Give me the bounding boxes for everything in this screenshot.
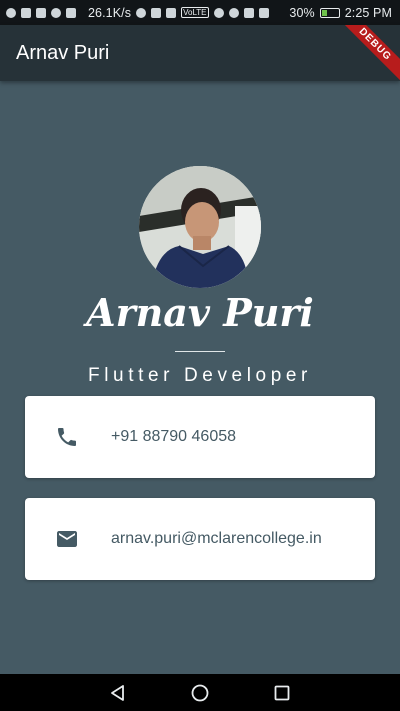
spotify-icon — [6, 7, 16, 18]
eye-icon — [213, 7, 224, 18]
app-bar: Arnav Puri DEBUG — [0, 25, 400, 81]
game-icon — [66, 7, 76, 18]
network-speed: 26.1K/s — [88, 5, 132, 20]
headset-icon — [136, 7, 147, 18]
profile-avatar — [139, 166, 261, 288]
email-address: arnav.puri@mclarencollege.in — [111, 530, 322, 547]
phone-card[interactable]: +91 88790 46058 — [25, 396, 375, 478]
signal-icon — [243, 7, 254, 18]
home-icon[interactable] — [190, 683, 210, 703]
messenger-icon — [51, 7, 61, 18]
status-bar: 26.1K/s VoLTE 30% 2:25 PM — [0, 0, 400, 25]
notification-icons — [6, 7, 76, 18]
phone-icon — [58, 428, 76, 446]
battery-percent: 30% — [289, 5, 315, 20]
profile-name: Arnav Puri — [86, 290, 314, 335]
email-icon — [57, 531, 77, 547]
battery-icon — [319, 7, 340, 18]
screen: 26.1K/s VoLTE 30% 2:25 PM Arnav Puri DEB… — [0, 0, 400, 711]
status-right: 30% 2:25 PM — [289, 6, 392, 20]
usb-icon — [21, 7, 31, 18]
name-divider — [175, 351, 225, 352]
back-icon[interactable] — [108, 683, 128, 703]
wifi-icon — [228, 7, 239, 18]
status-mid: 26.1K/s VoLTE — [88, 6, 269, 20]
signal-2-icon — [258, 7, 269, 18]
nfc-icon — [166, 7, 177, 18]
debug-banner: DEBUG — [330, 25, 400, 81]
phone-number: +91 88790 46058 — [111, 428, 237, 445]
email-card[interactable]: arnav.puri@mclarencollege.in — [25, 498, 375, 580]
profile-role: Flutter Developer — [88, 365, 312, 386]
vibrate-icon — [151, 7, 162, 18]
profile-photo — [139, 166, 261, 288]
clock: 2:25 PM — [344, 5, 392, 20]
app-title: Arnav Puri — [16, 41, 110, 64]
recents-icon[interactable] — [272, 683, 292, 703]
navigation-bar — [0, 674, 400, 711]
usb-debug-icon — [36, 7, 46, 18]
volte-icon: VoLTE — [181, 7, 209, 18]
